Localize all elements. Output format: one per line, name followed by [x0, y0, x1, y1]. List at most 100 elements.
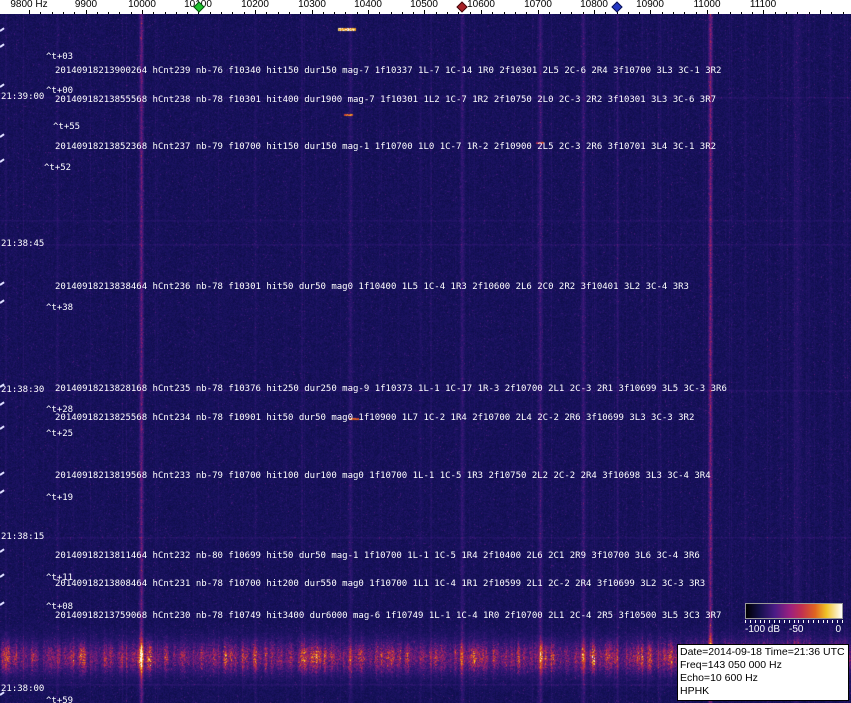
ruler-tick-mark	[244, 12, 245, 14]
ruler-tick-mark	[583, 12, 584, 14]
ruler-tick-mark	[289, 12, 290, 14]
ruler-tick-mark	[775, 12, 776, 14]
legend-tick-row	[745, 620, 843, 623]
ruler-tick-mark	[86, 10, 87, 14]
legend-tick-mark	[808, 620, 809, 623]
ruler-tick-mark	[312, 10, 313, 14]
ruler-tick-mark	[63, 12, 64, 14]
ruler-tick-mark	[515, 12, 516, 14]
ruler-tick-mark	[40, 12, 41, 14]
legend-label-max: 0	[835, 624, 841, 635]
legend-tick-mark	[774, 620, 775, 623]
ruler-tick-mark	[684, 12, 685, 14]
ruler-tick-mark	[526, 12, 527, 14]
ruler-tick-mark	[300, 12, 301, 14]
ruler-tick-mark	[436, 12, 437, 14]
ruler-tick-mark	[165, 12, 166, 14]
ruler-frequency-label: 10000	[128, 0, 156, 10]
ruler-tick-mark	[458, 12, 459, 14]
ruler-tick-mark	[345, 12, 346, 14]
ruler-tick-mark	[210, 12, 211, 14]
frequency-ruler: 9800 Hz990010000101001020010300104001050…	[0, 0, 851, 14]
ruler-tick-mark	[560, 12, 561, 14]
ruler-tick-mark	[470, 12, 471, 14]
ruler-tick-mark	[266, 12, 267, 14]
legend-tick-mark	[813, 620, 814, 623]
ruler-tick-mark	[820, 10, 821, 14]
legend-labels: -100 dB -50 0	[745, 624, 843, 636]
ruler-tick-mark	[131, 12, 132, 14]
ruler-tick-mark	[650, 10, 651, 14]
ruler-tick-mark	[843, 12, 844, 14]
ruler-tick-mark	[74, 12, 75, 14]
legend-tick-mark	[750, 620, 751, 623]
ruler-tick-mark	[786, 12, 787, 14]
ruler-tick-mark	[741, 12, 742, 14]
ruler-tick-mark	[571, 12, 572, 14]
ruler-frequency-label: 10300	[298, 0, 326, 10]
ruler-tick-mark	[108, 12, 109, 14]
ruler-tick-mark	[29, 10, 30, 14]
legend-tick-mark	[789, 620, 790, 623]
ruler-tick-mark	[379, 12, 380, 14]
blue-diamond-marker[interactable]	[611, 0, 623, 13]
ruler-tick-mark	[797, 12, 798, 14]
ruler-tick-mark	[142, 10, 143, 14]
ruler-tick-mark	[402, 12, 403, 14]
ruler-frequency-label: 10800	[580, 0, 608, 10]
ruler-tick-mark	[447, 12, 448, 14]
ruler-tick-mark	[809, 12, 810, 14]
ruler-tick-mark	[549, 12, 550, 14]
ruler-tick-mark	[357, 12, 358, 14]
ruler-tick-mark	[594, 10, 595, 14]
legend-tick-mark	[837, 620, 838, 623]
legend-tick-mark	[779, 620, 780, 623]
legend-tick-mark	[827, 620, 828, 623]
status-info-box: Date=2014-09-18 Time=21:36 UTC Freq=143 …	[677, 644, 849, 701]
ruler-tick-mark	[97, 12, 98, 14]
legend-tick-mark	[823, 620, 824, 623]
ruler-frequency-label: 10900	[636, 0, 664, 10]
ruler-frequency-label: 11100	[749, 0, 777, 10]
ruler-tick-mark	[707, 10, 708, 14]
legend-tick-mark	[832, 620, 833, 623]
ruler-tick-mark	[763, 10, 764, 14]
info-date-line: Date=2014-09-18 Time=21:36 UTC	[680, 646, 845, 658]
db-scale-legend: -100 dB -50 0	[745, 603, 846, 639]
ruler-tick-mark	[639, 12, 640, 14]
ruler-tick-mark	[481, 10, 482, 14]
legend-tick-mark	[764, 620, 765, 623]
ruler-tick-mark	[323, 12, 324, 14]
ruler-tick-mark	[605, 12, 606, 14]
ruler-frequency-label: 10500	[410, 0, 438, 10]
ruler-tick-mark	[221, 12, 222, 14]
red-diamond-marker[interactable]	[456, 0, 468, 13]
ruler-tick-mark	[628, 12, 629, 14]
ruler-frequency-label: 9800 Hz	[10, 0, 48, 10]
legend-tick-mark	[784, 620, 785, 623]
legend-tick-mark	[794, 620, 795, 623]
ruler-tick-mark	[696, 12, 697, 14]
ruler-tick-mark	[391, 12, 392, 14]
ruler-tick-mark	[176, 12, 177, 14]
ruler-tick-mark	[492, 12, 493, 14]
ruler-tick-mark	[752, 12, 753, 14]
ruler-tick-mark	[255, 10, 256, 14]
ruler-tick-mark	[334, 12, 335, 14]
ruler-tick-mark	[662, 12, 663, 14]
info-echo-line: Echo=10 600 Hz	[680, 672, 758, 684]
ruler-tick-mark	[538, 10, 539, 14]
legend-label-min: -100 dB	[745, 624, 781, 635]
info-freq-line: Freq=143 050 000 Hz	[680, 659, 782, 671]
ruler-frequency-label: 10400	[354, 0, 382, 10]
legend-tick-mark	[745, 620, 746, 623]
legend-tick-mark	[803, 620, 804, 623]
ruler-tick-mark	[718, 12, 719, 14]
ruler-frequency-label: 11000	[693, 0, 721, 10]
ruler-frequency-label: 10700	[524, 0, 552, 10]
ruler-frequency-label: 10600	[467, 0, 495, 10]
spectrogram-canvas	[0, 14, 851, 703]
legend-tick-mark	[760, 620, 761, 623]
ruler-tick-mark	[413, 12, 414, 14]
legend-tick-mark	[769, 620, 770, 623]
